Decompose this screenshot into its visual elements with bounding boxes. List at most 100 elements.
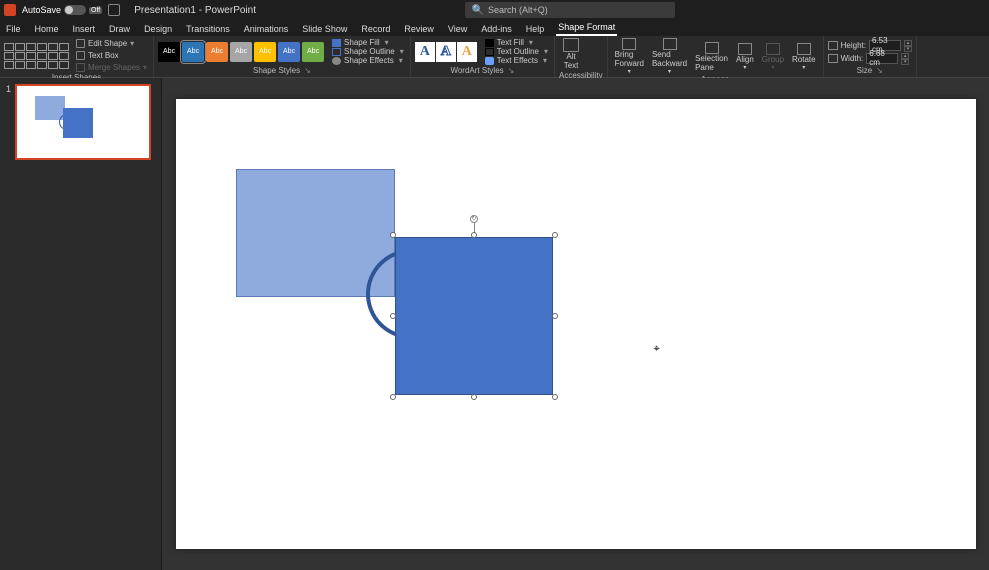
send-backward-icon (663, 38, 677, 50)
selection-pane-icon (705, 42, 719, 54)
paint-bucket-icon (332, 39, 341, 47)
shape-style-swatch[interactable]: Abc (206, 42, 228, 62)
autosave-state: Off (89, 7, 102, 14)
shape-fill-button[interactable]: Shape Fill▾ (330, 38, 406, 47)
shape-style-swatch[interactable]: Abc (254, 42, 276, 62)
tab-shape-format[interactable]: Shape Format (556, 20, 617, 36)
tab-transitions[interactable]: Transitions (184, 22, 232, 36)
align-button[interactable]: Align▾ (733, 43, 757, 71)
merge-shapes-button: Merge Shapes▾ (74, 62, 149, 73)
tab-view[interactable]: View (446, 22, 469, 36)
rectangle-shape-selected[interactable] (395, 237, 553, 395)
tab-slideshow[interactable]: Slide Show (300, 22, 349, 36)
group-accessibility: Alt Text Accessibility (555, 36, 608, 77)
text-box-icon (76, 51, 85, 60)
group-label-wordart: WordArt Styles (450, 66, 503, 75)
document-title: Presentation1 - PowerPoint (134, 5, 256, 16)
slide-thumbnail-panel[interactable]: 1 (0, 78, 162, 570)
shape-style-swatch[interactable]: Abc (230, 42, 252, 62)
toggle-switch-icon[interactable] (64, 5, 86, 15)
dialog-launcher-icon[interactable]: ↘ (304, 66, 311, 75)
dialog-launcher-icon[interactable]: ↘ (508, 66, 515, 75)
tab-animations[interactable]: Animations (242, 22, 291, 36)
text-fill-icon (485, 39, 494, 47)
width-input[interactable]: 6.68 cm (866, 53, 898, 64)
selection-pane-button[interactable]: Selection Pane (692, 42, 731, 72)
slide-canvas-area[interactable]: ⌖ (162, 78, 989, 570)
tab-record[interactable]: Record (359, 22, 392, 36)
height-icon (828, 41, 838, 50)
autosave-label: AutoSave (22, 5, 61, 15)
tab-review[interactable]: Review (402, 22, 436, 36)
group-label-size: Size (857, 66, 873, 75)
shape-style-swatch[interactable]: Abc (158, 42, 180, 62)
wordart-swatch[interactable]: A (415, 42, 435, 62)
text-box-button[interactable]: Text Box (74, 50, 149, 61)
cursor-icon: ⌖ (654, 343, 660, 356)
group-size: Height: 6.53 cm ▴▾ Width: 6.68 cm ▴▾ Siz… (824, 36, 917, 77)
wordart-swatch[interactable]: A (436, 42, 456, 62)
bring-forward-button[interactable]: Bring Forward▾ (612, 38, 647, 75)
text-outline-button[interactable]: Text Outline▾ (483, 47, 550, 56)
text-outline-icon (485, 48, 494, 56)
rotate-button[interactable]: Rotate▾ (789, 43, 819, 71)
tab-addins[interactable]: Add-ins (479, 22, 514, 36)
group-icon (766, 43, 780, 55)
height-label: Height: (841, 41, 866, 50)
height-spinner[interactable]: ▴▾ (904, 40, 912, 51)
shapes-gallery[interactable] (4, 43, 69, 69)
search-box[interactable]: 🔍 Search (Alt+Q) (465, 2, 675, 18)
search-icon: 🔍 (471, 5, 483, 16)
bring-forward-icon (622, 38, 636, 50)
width-icon (828, 54, 838, 63)
slide-number: 1 (6, 84, 11, 160)
send-backward-button[interactable]: Send Backward▾ (649, 38, 690, 75)
slide-thumbnail[interactable] (15, 84, 151, 160)
group-wordart-styles: A A A Text Fill▾ Text Outline▾ Text Effe… (411, 36, 555, 77)
group-arrange: Bring Forward▾ Send Backward▾ Selection … (608, 36, 824, 77)
shape-style-swatch[interactable]: Abc (278, 42, 300, 62)
width-spinner[interactable]: ▴▾ (901, 53, 909, 64)
edit-shape-button[interactable]: Edit Shape▾ (74, 38, 149, 49)
tab-home[interactable]: Home (33, 22, 61, 36)
slide[interactable]: ⌖ (176, 99, 976, 549)
tab-help[interactable]: Help (524, 22, 547, 36)
text-effects-button[interactable]: Text Effects▾ (483, 56, 550, 65)
title-bar: AutoSave Off Presentation1 - PowerPoint … (0, 0, 989, 20)
tab-draw[interactable]: Draw (107, 22, 132, 36)
shape-style-swatch[interactable]: Abc (302, 42, 324, 62)
tab-design[interactable]: Design (142, 22, 174, 36)
group-shape-styles: AbcAbcAbcAbcAbcAbcAbc Shape Fill▾ Shape … (154, 36, 411, 77)
app-icon (4, 4, 16, 16)
pen-icon (332, 48, 341, 56)
thumb-rect-shape-2 (63, 108, 93, 138)
edit-shape-icon (76, 39, 85, 48)
dialog-launcher-icon[interactable]: ↘ (876, 66, 883, 75)
width-label: Width: (841, 54, 864, 63)
rotate-icon (797, 43, 811, 55)
group-insert-shapes: Edit Shape▾ Text Box Merge Shapes▾ Inser… (0, 36, 154, 77)
alt-text-button[interactable]: Alt Text (559, 38, 583, 71)
text-effects-icon (485, 57, 494, 65)
rotation-line (474, 219, 475, 233)
search-placeholder: Search (Alt+Q) (488, 5, 548, 15)
ribbon: Edit Shape▾ Text Box Merge Shapes▾ Inser… (0, 36, 989, 78)
tab-file[interactable]: File (4, 22, 23, 36)
autosave-toggle[interactable]: AutoSave Off (22, 5, 102, 15)
save-icon[interactable] (108, 4, 120, 16)
wordart-gallery[interactable]: A A A (415, 42, 477, 62)
shape-style-gallery[interactable]: AbcAbcAbcAbcAbcAbcAbc (158, 42, 324, 62)
effects-icon (332, 57, 341, 65)
shape-effects-button[interactable]: Shape Effects▾ (330, 56, 406, 65)
workspace: 1 ⌖ (0, 78, 989, 570)
rotation-handle[interactable] (470, 215, 478, 223)
shape-style-swatch[interactable]: Abc (182, 42, 204, 62)
tab-insert[interactable]: Insert (71, 22, 98, 36)
text-fill-button[interactable]: Text Fill▾ (483, 38, 550, 47)
ribbon-tabs: File Home Insert Draw Design Transitions… (0, 20, 989, 36)
group-label-shape-styles: Shape Styles (253, 66, 300, 75)
alt-text-icon (563, 38, 579, 52)
wordart-swatch[interactable]: A (457, 42, 477, 62)
shape-outline-button[interactable]: Shape Outline▾ (330, 47, 406, 56)
group-button: Group▾ (759, 43, 787, 71)
